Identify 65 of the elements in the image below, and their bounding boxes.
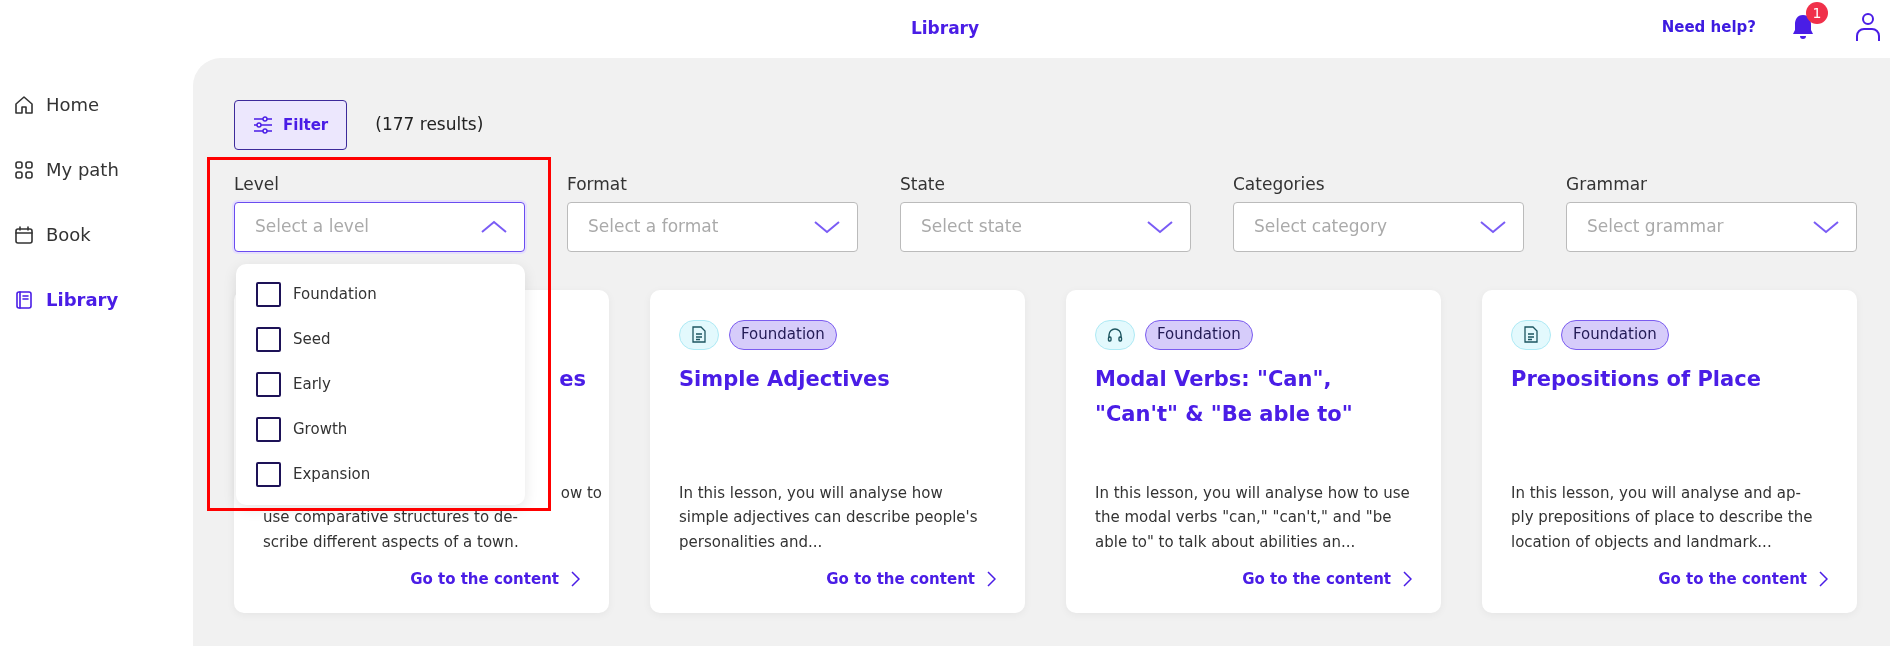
filter-label: Categories <box>1233 173 1326 196</box>
results-count: (177 results) <box>375 113 484 137</box>
content-link[interactable]: Go to the content <box>1242 568 1412 591</box>
page-title: Library <box>910 17 980 41</box>
grid-icon <box>14 159 34 180</box>
level-tag: Foundation <box>1561 319 1669 350</box>
sidebar-item[interactable]: Home <box>0 72 193 137</box>
sidebar-item[interactable]: Library <box>0 267 193 332</box>
filter-button[interactable]: Filter <box>234 100 348 150</box>
card-description: In this lesson, you will analyse how simple adjectives can describe people's personalities and... <box>679 482 979 553</box>
level-tag: Foundation <box>1145 319 1253 350</box>
card-description: In this lesson, you will analyse and ap- ply prepositions of place to describe the location of objects and landmark... <box>1511 482 1814 553</box>
option-label: Early <box>293 374 331 396</box>
bell-icon <box>1790 12 1816 40</box>
card-title: Modal Verbs: "Can", "Can't" & "Be able to" <box>1095 365 1354 428</box>
dropdown-option[interactable]: Early <box>236 362 525 407</box>
card-title: Simple Adjectives <box>679 365 891 393</box>
filter-label: Grammar <box>1566 173 1649 196</box>
checkbox[interactable] <box>256 372 281 397</box>
chevron-down-icon <box>1479 218 1507 235</box>
chevron-right-icon <box>987 571 996 588</box>
chevron-down-icon <box>1146 218 1174 235</box>
headphones-icon <box>1095 319 1135 350</box>
notification-badge: 1 <box>1806 2 1828 24</box>
description-line: scribe different aspects of a town. <box>263 531 520 553</box>
sidebar-item[interactable]: Book <box>0 202 193 267</box>
description-line: use comparative structures to de- <box>263 507 519 528</box>
level-tag: Foundation <box>729 319 837 350</box>
sidebar-item[interactable]: My path <box>0 137 193 202</box>
filter-label: State <box>900 173 946 196</box>
help-link[interactable]: Need help? <box>1661 15 1756 39</box>
user-icon <box>1854 12 1882 42</box>
chevron-up-icon <box>480 218 508 235</box>
filter-label: Level <box>234 173 280 196</box>
option-label: Growth <box>293 419 348 441</box>
dropdown-option[interactable]: Seed <box>236 317 525 362</box>
checkbox[interactable] <box>256 327 281 352</box>
chevron-down-icon <box>813 218 841 235</box>
home-icon <box>14 94 34 115</box>
content-link[interactable]: Go to the content <box>1658 568 1828 591</box>
card-description: In this lesson, you will analyse how to use the modal verbs "can," "can't," and "be able to" to talk about abilities an... <box>1095 482 1411 553</box>
book-icon <box>14 289 34 310</box>
chevron-down-icon <box>1812 218 1840 235</box>
calendar-icon <box>14 224 34 245</box>
sliders-icon <box>253 116 273 134</box>
chevron-right-icon <box>1819 571 1828 588</box>
checkbox[interactable] <box>256 462 281 487</box>
option-label: Seed <box>293 329 331 351</box>
filter-label: Format <box>567 173 628 196</box>
content-link[interactable]: Go to the content <box>410 568 580 591</box>
document-icon <box>679 319 719 350</box>
dropdown-option[interactable]: Growth <box>236 407 525 452</box>
dropdown-option[interactable]: Foundation <box>236 272 525 317</box>
content-link[interactable]: Go to the content <box>826 568 996 591</box>
card-title: Prepositions of Place <box>1511 365 1762 393</box>
chevron-right-icon <box>571 571 580 588</box>
option-label: Foundation <box>293 284 377 306</box>
description-line: ow to <box>560 482 602 504</box>
option-label: Expansion <box>293 464 371 486</box>
document-icon <box>1511 319 1551 350</box>
checkbox[interactable] <box>256 282 281 307</box>
checkbox[interactable] <box>256 417 281 442</box>
dropdown-option[interactable]: Expansion <box>236 452 525 497</box>
card-title: es <box>559 365 586 393</box>
chevron-right-icon <box>1403 571 1412 588</box>
